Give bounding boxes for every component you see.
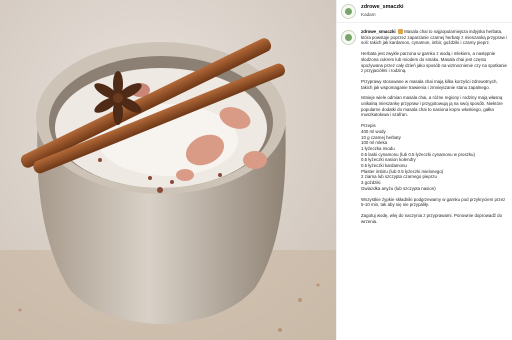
caption-avatar[interactable] [341,30,356,45]
caption-row: zdrowe_smaczki Masala chai to najpopular… [337,23,512,229]
coffee-emoji-icon [397,29,403,34]
post-sidebar: zdrowe_smaczki Kadam zdrowe_smaczki Masa… [336,0,512,340]
caption-p6: Zagotuj wodę, wlej do naczynia z przypra… [361,212,503,224]
post-author: zdrowe_smaczki Kadam [361,4,404,18]
caption-p5: Wszystkie żypkie składniki podgrzewamy w… [361,196,506,208]
caption-username[interactable]: zdrowe_smaczki [361,29,396,34]
caption-text: zdrowe_smaczki Masala chai to najpopular… [361,29,508,229]
recipe-list: Przepis 400 ml wody 10 g czarnej herbaty… [361,123,508,191]
post-photo [0,0,336,340]
logo-icon [345,7,352,15]
logo-icon [345,34,352,41]
masala-chai-photo [0,0,336,340]
username-link[interactable]: zdrowe_smaczki [361,4,404,11]
caption-p3: Przyprawy stosowane w masala chai mają k… [361,78,498,90]
location-link[interactable]: Kadam [361,11,404,18]
ingredient: Gwiazdka anyżu (lub szczypta nasion) [361,185,436,191]
caption-intro: zdrowe_smaczki Masala chai to najpopular… [361,29,508,46]
caption-p4: Istnieje wiele odmian masala chai, a róż… [361,95,503,118]
caption-p2: Herbata jest zwykle parzona w garnku z w… [361,51,507,74]
post-header: zdrowe_smaczki Kadam [337,0,512,23]
avatar[interactable] [341,3,356,19]
